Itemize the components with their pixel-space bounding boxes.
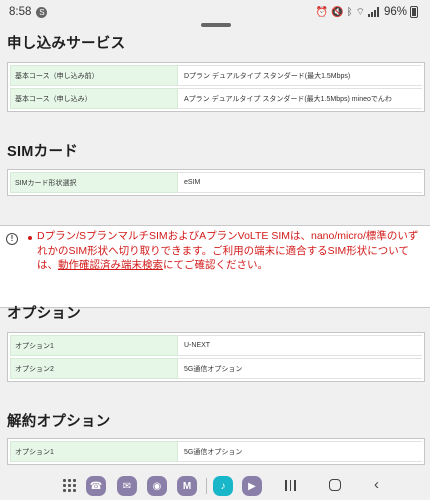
section-title-cancel-options: 解約オプション xyxy=(7,414,111,430)
wifi-icon: ⌔ xyxy=(355,6,365,18)
battery-percentage: 96% xyxy=(383,6,407,18)
status-bar: 8:58 S ⏰ 🔇 ᛒ ⌔ 96% xyxy=(0,0,430,24)
notice-text: Dプラン/SプランマルチSIMおよびAプランVoLTE SIMは、nano/mi… xyxy=(37,229,427,273)
table-row-value: Dプラン デュアルタイプ スタンダード(最大1.5Mbps) xyxy=(178,65,422,86)
table-row-value: 5G通信オプション xyxy=(178,358,422,379)
bullet-icon xyxy=(28,236,32,240)
sim-notice: ! Dプラン/SプランマルチSIMおよびAプランVoLTE SIMは、nano/… xyxy=(0,225,430,308)
section-title-sim: SIMカード xyxy=(7,144,79,160)
table-row-label: 基本コース（申し込み前） xyxy=(10,65,178,86)
youtube-app-icon[interactable]: ▶ xyxy=(242,476,262,496)
table-row-label: オプション1 xyxy=(10,335,178,356)
table-row-value: U-NEXT xyxy=(178,335,422,356)
back-icon[interactable]: ‹ xyxy=(374,477,379,492)
system-nav-bar: ☎ ✉ ◉ M ♪ ▶ ‹ xyxy=(0,468,430,500)
table-row-label: オプション2 xyxy=(10,358,178,379)
app-drawer-icon[interactable] xyxy=(63,479,76,492)
mute-icon: 🔇 xyxy=(331,6,344,18)
signal-icon xyxy=(367,7,379,17)
messages-app-icon[interactable]: ✉ xyxy=(117,476,137,496)
table-row: 基本コース（申し込み） Aプラン デュアルタイプ スタンダード(最大1.5Mbp… xyxy=(10,88,422,109)
sheet-drag-handle[interactable] xyxy=(201,23,231,27)
section-title-options: オプション xyxy=(7,306,81,322)
notification-badge-icon: S xyxy=(36,6,48,18)
table-row: 基本コース（申し込み前） Dプラン デュアルタイプ スタンダード(最大1.5Mb… xyxy=(10,65,422,86)
home-icon[interactable] xyxy=(329,479,341,491)
table-row: オプション1 5G通信オプション xyxy=(10,441,422,462)
table-row-label: オプション1 xyxy=(10,441,178,462)
recents-icon[interactable] xyxy=(285,480,296,491)
alarm-icon: ⏰ xyxy=(315,6,329,18)
table-row: SIMカード形状選択 eSIM xyxy=(10,172,422,193)
battery-icon xyxy=(410,6,418,18)
table-row-value: Aプラン デュアルタイプ スタンダード(最大1.5Mbps) mineoでんわ xyxy=(178,88,422,109)
status-icons: ⏰ 🔇 ᛒ ⌔ 96% xyxy=(316,6,418,19)
table-row-value: 5G通信オプション xyxy=(178,441,422,462)
gmail-app-icon[interactable]: M xyxy=(177,476,197,496)
table-row-value: eSIM xyxy=(178,172,422,193)
info-icon: ! xyxy=(6,233,18,245)
dock-divider xyxy=(206,478,207,494)
table-row: オプション2 5G通信オプション xyxy=(10,358,422,379)
table-row-label: SIMカード形状選択 xyxy=(10,172,178,193)
music-app-icon[interactable]: ♪ xyxy=(213,476,233,496)
status-time: 8:58 xyxy=(9,6,32,18)
table-row: オプション1 U-NEXT xyxy=(10,335,422,356)
section-title-application: 申し込みサービス xyxy=(7,36,126,52)
device-search-link[interactable]: 動作確認済み端末検索 xyxy=(58,259,163,271)
table-row-label: 基本コース（申し込み） xyxy=(10,88,178,109)
application-table: 基本コース（申し込み前） Dプラン デュアルタイプ スタンダード(最大1.5Mb… xyxy=(7,62,425,112)
chrome-app-icon[interactable]: ◉ xyxy=(147,476,167,496)
bluetooth-icon: ᛒ xyxy=(346,6,353,18)
notice-text-after: にてご確認ください。 xyxy=(163,259,268,271)
cancel-options-table: オプション1 5G通信オプション xyxy=(7,438,425,465)
phone-app-icon[interactable]: ☎ xyxy=(86,476,106,496)
options-table: オプション1 U-NEXT オプション2 5G通信オプション xyxy=(7,332,425,382)
sim-table: SIMカード形状選択 eSIM xyxy=(7,169,425,196)
page-content[interactable]: 申し込みサービス 基本コース（申し込み前） Dプラン デュアルタイプ スタンダー… xyxy=(0,28,430,468)
